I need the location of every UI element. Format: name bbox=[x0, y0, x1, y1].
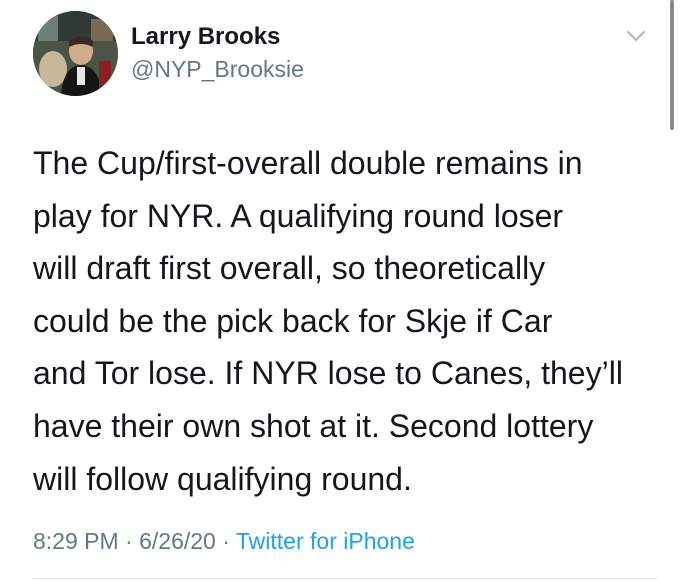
tweet-text-line: will draft first overall, so theoretical… bbox=[33, 250, 546, 287]
tweet-text-line: and Tor lose. If NYR lose to Canes, they… bbox=[33, 355, 623, 392]
tweet-text: The Cup/first-overall double remains in … bbox=[33, 137, 658, 505]
tweet-time[interactable]: 8:29 PM bbox=[33, 528, 119, 554]
meta-separator: · bbox=[215, 528, 236, 554]
tweet-text-line: have their own shot at it. Second lotter… bbox=[33, 407, 594, 444]
tweet-date[interactable]: 6/26/20 bbox=[139, 528, 216, 554]
profile-photo-icon bbox=[33, 11, 118, 96]
tweet-text-line: could be the pick back for Skje if Car bbox=[33, 302, 553, 339]
meta-separator: · bbox=[118, 528, 140, 554]
tweet-text-line: The Cup/first-overall double remains in bbox=[33, 145, 583, 181]
scrollbar[interactable] bbox=[670, 0, 674, 130]
tweet-card: Larry Brooks @NYP_Brooksie The Cup/first… bbox=[0, 0, 680, 581]
tweet-source-link[interactable]: Twitter for iPhone bbox=[236, 528, 415, 554]
tweet-text-line: play for NYR. A qualifying round loser bbox=[33, 197, 564, 234]
divider bbox=[33, 578, 658, 579]
tweet-text-line: will follow qualifying round. bbox=[33, 460, 412, 497]
avatar[interactable] bbox=[33, 11, 118, 96]
display-name[interactable]: Larry Brooks bbox=[131, 23, 280, 51]
tweet-meta: 8:29 PM · 6/26/20 · Twitter for iPhone bbox=[33, 528, 415, 555]
chevron-down-icon[interactable] bbox=[622, 26, 650, 46]
user-handle[interactable]: @NYP_Brooksie bbox=[131, 56, 304, 83]
